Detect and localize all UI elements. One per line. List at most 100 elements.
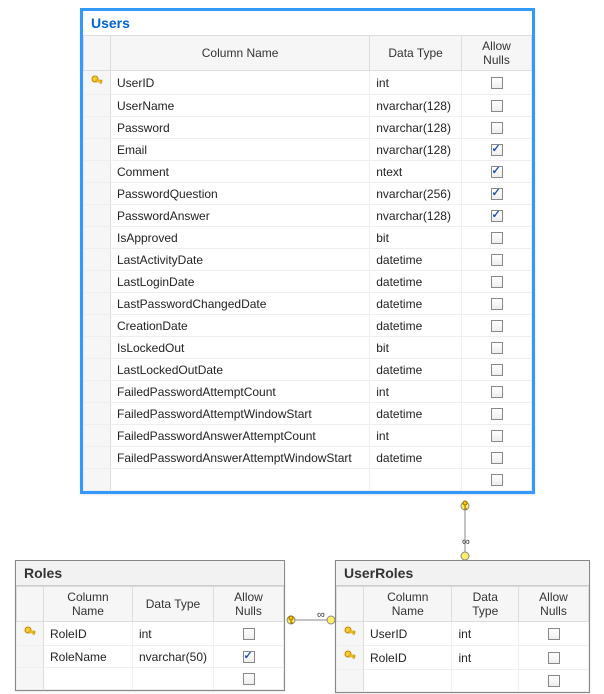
- allow-nulls-checkbox[interactable]: [491, 298, 503, 310]
- column-row[interactable]: FailedPasswordAnswerAttemptWindowStartda…: [84, 447, 532, 469]
- allow-nulls-cell[interactable]: [214, 646, 284, 668]
- column-row[interactable]: PasswordAnswernvarchar(128): [84, 205, 532, 227]
- allow-nulls-checkbox[interactable]: [491, 188, 503, 200]
- column-row[interactable]: LastPasswordChangedDatedatetime: [84, 293, 532, 315]
- allow-nulls-cell[interactable]: [462, 205, 532, 227]
- allow-nulls-cell[interactable]: [462, 293, 532, 315]
- allow-nulls-checkbox[interactable]: [491, 452, 503, 464]
- data-type-cell[interactable]: [370, 469, 462, 491]
- table-userroles[interactable]: UserRolesColumn NameData TypeAllow Nulls…: [335, 560, 590, 693]
- column-row[interactable]: [17, 668, 284, 690]
- column-name-cell[interactable]: UserID: [364, 622, 452, 646]
- column-name-cell[interactable]: FailedPasswordAttemptWindowStart: [111, 403, 370, 425]
- column-row[interactable]: RoleIDint: [17, 622, 284, 646]
- column-row[interactable]: FailedPasswordAttemptWindowStartdatetime: [84, 403, 532, 425]
- allow-nulls-checkbox[interactable]: [491, 364, 503, 376]
- data-type-cell[interactable]: nvarchar(256): [370, 183, 462, 205]
- column-row[interactable]: IsApprovedbit: [84, 227, 532, 249]
- allow-nulls-cell[interactable]: [519, 622, 589, 646]
- allow-nulls-cell[interactable]: [462, 161, 532, 183]
- column-name-cell[interactable]: Comment: [111, 161, 370, 183]
- column-name-cell[interactable]: RoleID: [364, 646, 452, 670]
- column-name-cell[interactable]: [111, 469, 370, 491]
- data-type-cell[interactable]: nvarchar(128): [370, 139, 462, 161]
- allow-nulls-cell[interactable]: [462, 117, 532, 139]
- table-title[interactable]: UserRoles: [336, 561, 589, 586]
- column-row[interactable]: FailedPasswordAnswerAttemptCountint: [84, 425, 532, 447]
- data-type-cell[interactable]: ntext: [370, 161, 462, 183]
- header-allow-nulls[interactable]: Allow Nulls: [462, 36, 532, 71]
- column-name-cell[interactable]: LastPasswordChangedDate: [111, 293, 370, 315]
- column-name-cell[interactable]: Email: [111, 139, 370, 161]
- column-row[interactable]: IsLockedOutbit: [84, 337, 532, 359]
- data-type-cell[interactable]: datetime: [370, 315, 462, 337]
- table-title[interactable]: Users: [83, 11, 532, 35]
- allow-nulls-cell[interactable]: [214, 668, 284, 690]
- column-row[interactable]: PasswordQuestionnvarchar(256): [84, 183, 532, 205]
- header-column-name[interactable]: Column Name: [364, 587, 452, 622]
- column-row[interactable]: Passwordnvarchar(128): [84, 117, 532, 139]
- allow-nulls-checkbox[interactable]: [548, 628, 560, 640]
- allow-nulls-cell[interactable]: [462, 469, 532, 491]
- column-row[interactable]: RoleIDint: [337, 646, 589, 670]
- allow-nulls-cell[interactable]: [462, 337, 532, 359]
- allow-nulls-cell[interactable]: [462, 271, 532, 293]
- header-allow-nulls[interactable]: Allow Nulls: [519, 587, 589, 622]
- allow-nulls-checkbox[interactable]: [491, 144, 503, 156]
- data-type-cell[interactable]: bit: [370, 227, 462, 249]
- allow-nulls-cell[interactable]: [462, 95, 532, 117]
- allow-nulls-checkbox[interactable]: [491, 320, 503, 332]
- header-column-name[interactable]: Column Name: [111, 36, 370, 71]
- column-name-cell[interactable]: [44, 668, 133, 690]
- data-type-cell[interactable]: nvarchar(128): [370, 117, 462, 139]
- data-type-cell[interactable]: [452, 670, 519, 692]
- data-type-cell[interactable]: nvarchar(50): [132, 646, 213, 668]
- column-row[interactable]: [84, 469, 532, 491]
- column-name-cell[interactable]: PasswordQuestion: [111, 183, 370, 205]
- data-type-cell[interactable]: datetime: [370, 249, 462, 271]
- data-type-cell[interactable]: datetime: [370, 403, 462, 425]
- allow-nulls-cell[interactable]: [462, 359, 532, 381]
- allow-nulls-checkbox[interactable]: [491, 210, 503, 222]
- allow-nulls-cell[interactable]: [462, 183, 532, 205]
- allow-nulls-checkbox[interactable]: [548, 652, 560, 664]
- column-name-cell[interactable]: Password: [111, 117, 370, 139]
- header-allow-nulls[interactable]: Allow Nulls: [214, 587, 284, 622]
- column-name-cell[interactable]: [364, 670, 452, 692]
- table-users[interactable]: UsersColumn NameData TypeAllow NullsUser…: [80, 8, 535, 494]
- column-name-cell[interactable]: LastLockedOutDate: [111, 359, 370, 381]
- data-type-cell[interactable]: bit: [370, 337, 462, 359]
- allow-nulls-cell[interactable]: [214, 622, 284, 646]
- column-row[interactable]: LastActivityDatedatetime: [84, 249, 532, 271]
- column-name-cell[interactable]: RoleID: [44, 622, 133, 646]
- data-type-cell[interactable]: int: [370, 381, 462, 403]
- allow-nulls-checkbox[interactable]: [491, 100, 503, 112]
- allow-nulls-checkbox[interactable]: [491, 232, 503, 244]
- header-data-type[interactable]: Data Type: [452, 587, 519, 622]
- allow-nulls-checkbox[interactable]: [491, 386, 503, 398]
- allow-nulls-cell[interactable]: [462, 249, 532, 271]
- column-name-cell[interactable]: FailedPasswordAnswerAttemptCount: [111, 425, 370, 447]
- column-name-cell[interactable]: LastActivityDate: [111, 249, 370, 271]
- column-row[interactable]: UserNamenvarchar(128): [84, 95, 532, 117]
- column-row[interactable]: LastLoginDatedatetime: [84, 271, 532, 293]
- column-row[interactable]: LastLockedOutDatedatetime: [84, 359, 532, 381]
- column-row[interactable]: Commentntext: [84, 161, 532, 183]
- data-type-cell[interactable]: int: [370, 71, 462, 95]
- allow-nulls-checkbox[interactable]: [548, 675, 560, 687]
- column-row[interactable]: RoleNamenvarchar(50): [17, 646, 284, 668]
- allow-nulls-checkbox[interactable]: [491, 276, 503, 288]
- allow-nulls-cell[interactable]: [462, 447, 532, 469]
- allow-nulls-cell[interactable]: [462, 315, 532, 337]
- data-type-cell[interactable]: datetime: [370, 359, 462, 381]
- data-type-cell[interactable]: nvarchar(128): [370, 205, 462, 227]
- allow-nulls-cell[interactable]: [462, 139, 532, 161]
- data-type-cell[interactable]: int: [452, 646, 519, 670]
- allow-nulls-cell[interactable]: [462, 227, 532, 249]
- column-name-cell[interactable]: PasswordAnswer: [111, 205, 370, 227]
- column-name-cell[interactable]: FailedPasswordAttemptCount: [111, 381, 370, 403]
- allow-nulls-checkbox[interactable]: [491, 122, 503, 134]
- allow-nulls-checkbox[interactable]: [491, 254, 503, 266]
- allow-nulls-cell[interactable]: [462, 71, 532, 95]
- column-row[interactable]: UserIDint: [337, 622, 589, 646]
